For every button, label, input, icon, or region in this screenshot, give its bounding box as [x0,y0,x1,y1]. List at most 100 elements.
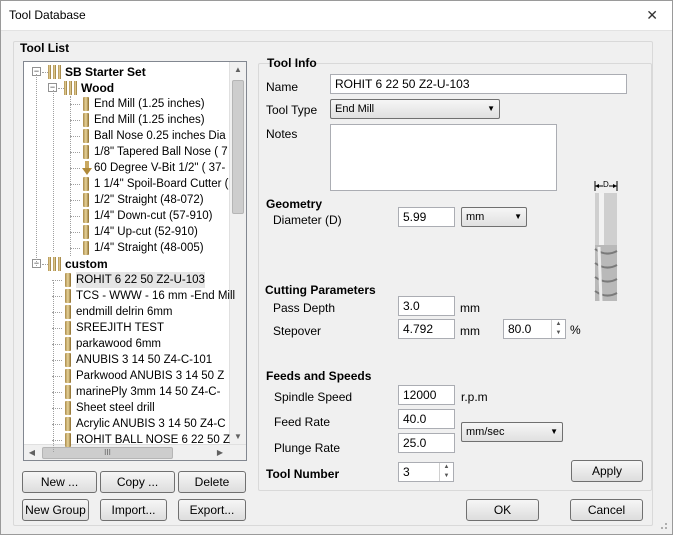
tree-vertical-scrollbar[interactable]: ▲ ▼ [229,62,246,445]
tool-number-value: 3 [403,465,410,479]
tree-tool-node[interactable]: End Mill (1.25 inches) [24,96,229,112]
spin-down-icon[interactable]: ▼ [552,329,565,338]
tree-connector [70,184,80,185]
cutting-parameters-heading: Cutting Parameters [265,283,376,297]
tool-database-window: Tool Database ✕ Tool List ▲ ▼ ◀ III ▶ − S… [0,0,673,535]
feed-rate-label: Feed Rate [274,415,331,429]
rate-unit-select[interactable]: mm/sec ▼ [461,422,563,442]
tree-node-label: Parkwood ANUBIS 3 14 50 Z [76,370,225,382]
end-mill-icon [65,401,71,415]
pass-depth-field[interactable]: 3.0 [398,296,455,316]
tree-tool-node[interactable]: ANUBIS 3 14 50 Z4-C-101 [24,352,229,368]
spin-up-icon[interactable]: ▲ [440,463,453,472]
tool-group-icon [48,257,62,271]
tree-tool-node[interactable]: 60 Degree V-Bit 1/2" ( 37- [24,160,229,176]
end-mill-icon [83,177,89,191]
cancel-button[interactable]: Cancel [570,499,643,521]
end-mill-icon [83,193,89,207]
tree-tool-node[interactable]: ROHIT 6 22 50 Z2-U-103 [24,272,229,288]
tree-node-label: End Mill (1.25 inches) [94,98,205,110]
tree-tool-node[interactable]: 1/2" Straight (48-072) [24,192,229,208]
tree-tool-node[interactable]: End Mill (1.25 inches) [24,112,229,128]
tool-type-label: Tool Type [266,103,318,117]
stepover-percent-field[interactable]: 80.0 ▲ ▼ [503,319,566,339]
close-icon[interactable]: ✕ [646,7,658,24]
ok-button[interactable]: OK [466,499,539,521]
stepover-spinner[interactable]: ▲ ▼ [551,320,565,338]
tree-node-label: ANUBIS 3 14 50 Z4-C-101 [76,354,213,366]
end-mill-icon [83,97,89,111]
name-field[interactable]: ROHIT 6 22 50 Z2-U-103 [330,74,627,94]
copy-tool-button[interactable]: Copy ... [100,471,175,493]
scroll-thumb[interactable] [232,80,244,214]
import-button[interactable]: Import... [100,499,167,521]
end-mill-icon [65,385,71,399]
tree-tool-node[interactable]: SREEJITH TEST [24,320,229,336]
spin-down-icon[interactable]: ▼ [440,472,453,481]
tree-tool-node[interactable]: parkawood 6mm [24,336,229,352]
tree-group-node[interactable]: − Wood [24,80,229,96]
tool-number-field[interactable]: 3 ▲ ▼ [398,462,454,482]
tree-tool-node[interactable]: Parkwood ANUBIS 3 14 50 Z [24,368,229,384]
tree-group-node[interactable]: − custom [24,256,229,272]
export-button[interactable]: Export... [178,499,246,521]
tree-tool-node[interactable]: Sheet steel drill [24,400,229,416]
scroll-up-arrow-icon[interactable]: ▲ [230,62,246,78]
feed-rate-field[interactable]: 40.0 [398,409,455,429]
end-mill-icon [65,417,71,431]
stepover-field[interactable]: 4.792 [398,319,455,339]
spin-up-icon[interactable]: ▲ [552,320,565,329]
chevron-down-icon: ▼ [514,212,522,221]
resize-grip-icon[interactable] [658,520,668,530]
new-tool-button[interactable]: New ... [22,471,97,493]
tool-number-spinner[interactable]: ▲ ▼ [439,463,453,481]
tool-tree[interactable]: ▲ ▼ ◀ III ▶ − SB Starter Set − Wood End Mill… [23,61,247,461]
apply-button[interactable]: Apply [571,460,643,482]
end-mill-icon [65,321,71,335]
spindle-speed-unit: r.p.m [461,390,488,404]
delete-tool-button[interactable]: Delete [178,471,246,493]
tree-tool-node[interactable]: ROHIT BALL NOSE 6 22 50 Z [24,432,230,448]
stepover-percent-value: 80.0 [508,322,532,336]
tree-tool-node[interactable]: Ball Nose 0.25 inches Dia [24,128,229,144]
tree-connector [70,248,80,249]
tree-node-label: End Mill (1.25 inches) [94,114,205,126]
notes-field[interactable] [330,124,557,191]
feeds-speeds-heading: Feeds and Speeds [266,369,372,383]
spindle-speed-field[interactable]: 12000 [398,385,455,405]
diameter-label: Diameter (D) [273,213,342,227]
tree-tool-node[interactable]: marinePly 3mm 14 50 Z4-C- [24,384,229,400]
tree-node-label: Sheet steel drill [76,402,155,414]
end-mill-icon [65,337,71,351]
chevron-down-icon: ▼ [487,104,495,113]
tree-node-label: SREEJITH TEST [76,322,164,334]
tree-tool-node[interactable]: 1/4" Up-cut (52-910) [24,224,229,240]
tree-node-label: SB Starter Set [65,65,146,79]
end-mill-icon [65,273,71,287]
tree-tool-node[interactable]: 1/8" Tapered Ball Nose ( 7 [24,144,229,160]
hscroll-thumb[interactable]: III [42,447,173,459]
end-mill-icon [65,305,71,319]
tree-node-label: 1 1/4" Spoil-Board Cutter ( [94,178,229,190]
tree-tool-node[interactable]: Acrylic ANUBIS 3 14 50 Z4-C [24,416,229,432]
diameter-field[interactable]: 5.99 [398,207,455,227]
new-group-button[interactable]: New Group [22,499,89,521]
tree-connector [70,200,80,201]
scroll-down-arrow-icon[interactable]: ▼ [230,429,246,445]
tree-connector [70,168,80,169]
tree-group-node[interactable]: − SB Starter Set [24,64,229,80]
end-mill-icon [83,225,89,239]
tree-connector [70,232,80,233]
tree-tool-node[interactable]: 1 1/4" Spoil-Board Cutter ( [24,176,229,192]
diameter-unit-select[interactable]: mm ▼ [461,207,527,227]
end-mill-icon [65,433,71,447]
tree-tool-node[interactable]: 1/4" Down-cut (57-910) [24,208,229,224]
tree-tool-node[interactable]: endmill delrin 6mm [24,304,229,320]
tree-tool-node[interactable]: 1/4" Straight (48-005) [24,240,229,256]
end-mill-icon [83,241,89,255]
tree-tool-node[interactable]: TCS - WWW - 16 mm -End Mill [24,288,235,304]
plunge-rate-field[interactable]: 25.0 [398,433,455,453]
tree-connector [36,74,37,266]
tree-node-label: custom [65,257,108,271]
tool-type-select[interactable]: End Mill ▼ [330,99,500,119]
